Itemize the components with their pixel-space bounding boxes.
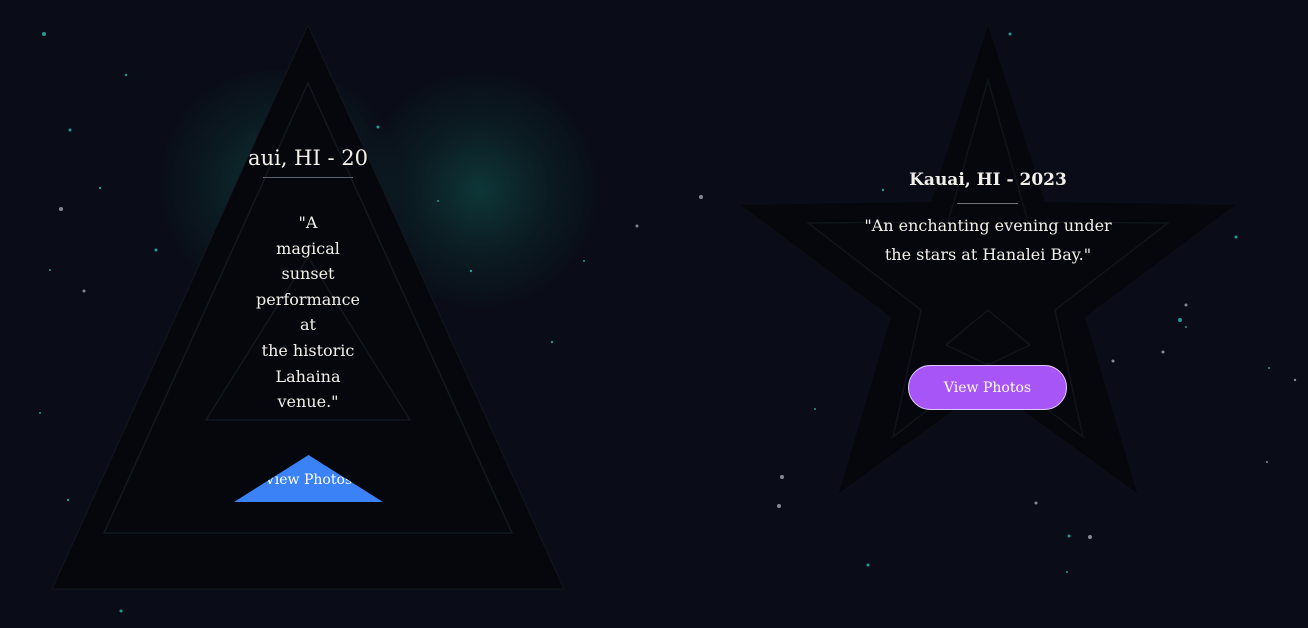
star-card-divider: [957, 203, 1018, 204]
star-dot: [1066, 571, 1068, 573]
quote-line: venue.": [277, 392, 339, 412]
quote-line: "A: [298, 213, 318, 232]
star-dot: [1088, 535, 1092, 539]
star-dot: [583, 260, 585, 262]
star-dot: [866, 563, 870, 567]
triangle-card-divider: [263, 177, 353, 178]
quote-line: Lahaina: [275, 366, 341, 386]
star-dot: [1067, 534, 1071, 538]
star-dot: [1293, 378, 1297, 382]
star-dot: [119, 609, 123, 613]
star-dot: [699, 195, 703, 199]
quote-line: performance: [255, 289, 360, 309]
triangle-card-title: aui, HI - 20: [248, 146, 368, 170]
star-card-title: Kauai, HI - 2023: [909, 170, 1067, 190]
star-dot: [1266, 461, 1268, 463]
quote-line: sunset: [281, 264, 335, 284]
star-dot: [1034, 501, 1038, 505]
quote-line: at: [300, 315, 316, 335]
star-dot: [777, 504, 781, 508]
star-dot: [635, 224, 639, 228]
star-dot: [39, 412, 41, 414]
quote-line: the historic: [261, 340, 355, 360]
star-view-photos-button[interactable]: View Photos: [908, 365, 1067, 410]
star-card-quote: "An enchanting evening under the stars a…: [848, 211, 1128, 269]
quote-line: magical: [276, 238, 340, 258]
quote-line: the stars at Hanalei Bay.": [884, 245, 1092, 264]
star-dot: [1268, 367, 1270, 369]
quote-line: "An enchanting evening under: [864, 216, 1112, 235]
triangle-card-quote: "A magical sunset performance at the his…: [248, 210, 368, 415]
star-dot: [42, 32, 46, 36]
